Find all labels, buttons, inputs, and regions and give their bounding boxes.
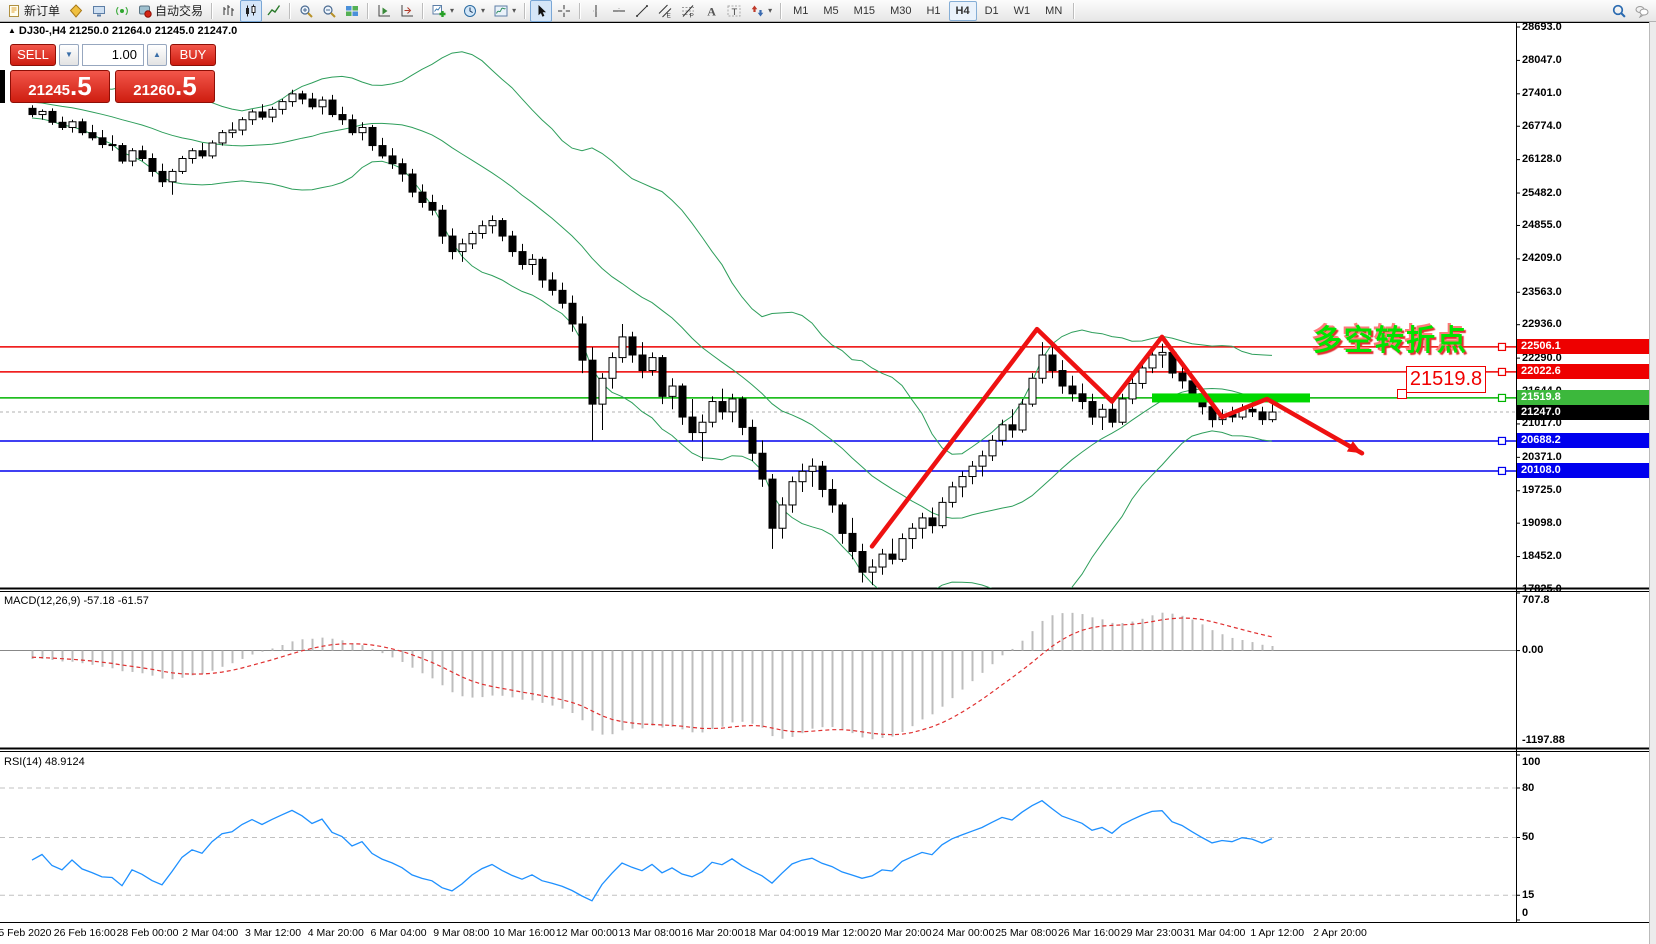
- volume-decrease-button[interactable]: ▼: [59, 44, 79, 66]
- price-level-anchor-square[interactable]: [1397, 389, 1407, 399]
- level-anchor-square[interactable]: [1499, 343, 1506, 350]
- chart-header: ▲DJ30-,H4 21250.0 21264.0 21245.0 21247.…: [8, 25, 237, 37]
- window-edge: [1649, 22, 1656, 944]
- main-chart-pane: [0, 52, 1516, 615]
- volume-input[interactable]: 1.00: [82, 44, 144, 66]
- chart-canvas[interactable]: [0, 0, 1656, 944]
- turning-point-annotation: 多空转折点: [1313, 317, 1468, 359]
- macd-pane: [0, 613, 1516, 740]
- sell-price-main: 21245: [28, 82, 70, 99]
- level-anchor-square[interactable]: [1499, 394, 1506, 401]
- rsi-line: [32, 801, 1272, 901]
- sell-price-button[interactable]: 21245.5: [10, 70, 110, 103]
- level-anchor-square[interactable]: [1499, 467, 1506, 474]
- ohlc-values: 21250.0 21264.0 21245.0 21247.0: [69, 25, 237, 37]
- support-zone-bar[interactable]: [1152, 393, 1310, 402]
- volume-increase-button[interactable]: ▲: [147, 44, 167, 66]
- rsi-pane: [0, 788, 1516, 901]
- bollinger-middle: [32, 102, 1272, 518]
- level-anchor-square[interactable]: [1499, 368, 1506, 375]
- price-level-annotation[interactable]: 21519.8: [1406, 366, 1486, 393]
- buy-price-fraction: .5: [175, 75, 197, 97]
- expand-arrow-icon[interactable]: ▲: [8, 26, 16, 35]
- buy-price-button[interactable]: 21260.5: [115, 70, 215, 103]
- sell-price-fraction: .5: [70, 75, 92, 97]
- one-click-trade-panel: SELL ▼ 1.00 ▲ BUY 21245.5 21260.5: [10, 44, 218, 66]
- level-anchor-square[interactable]: [1499, 437, 1506, 444]
- docked-panel-edge: [0, 70, 5, 103]
- mt4-window: 新订单自动交易▾▾▾EFAT▾M1M5M15M30H1H4D1W1MN 2869…: [0, 0, 1656, 944]
- candlestick-series: [29, 90, 1276, 585]
- symbol-period-label: DJ30-,H4: [19, 25, 66, 37]
- sell-button[interactable]: SELL: [10, 44, 56, 66]
- buy-button[interactable]: BUY: [170, 44, 216, 66]
- buy-price-main: 21260: [133, 82, 175, 99]
